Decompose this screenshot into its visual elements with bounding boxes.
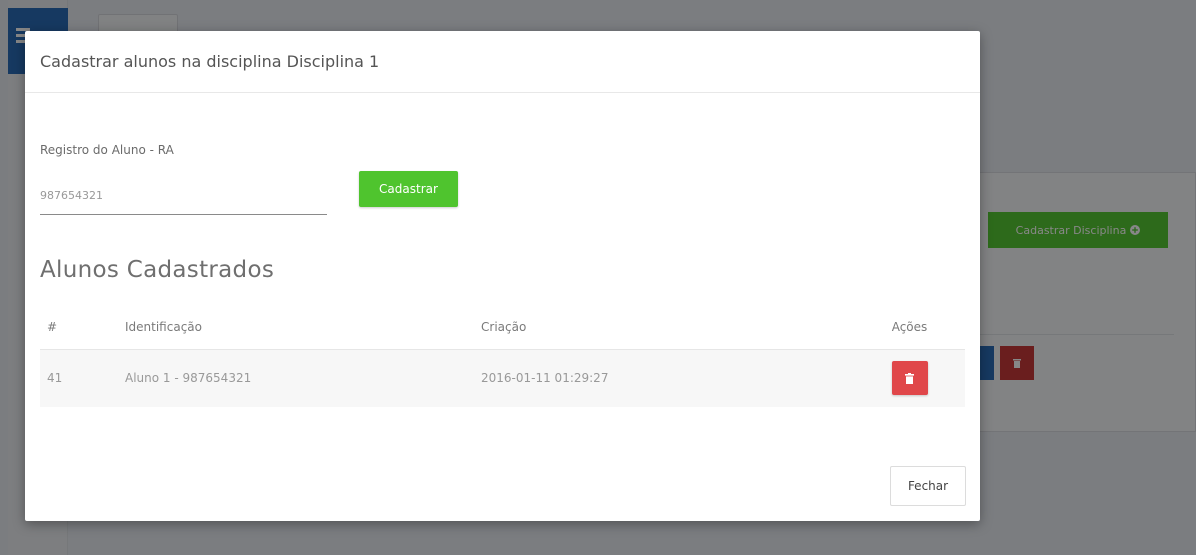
column-header-creation: Criação	[474, 305, 854, 350]
cell-creation: 2016-01-11 01:29:27	[474, 349, 854, 407]
trash-icon	[905, 372, 914, 384]
ra-field-label: Registro do Aluno - RA	[40, 143, 174, 157]
table-header-row: # Identificação Criação Ações	[40, 305, 965, 350]
register-students-modal: Cadastrar alunos na disciplina Disciplin…	[25, 31, 980, 521]
cell-actions	[854, 349, 965, 407]
column-header-actions: Ações	[854, 305, 965, 350]
delete-student-button[interactable]	[891, 361, 928, 396]
table-row: 41 Aluno 1 - 987654321 2016-01-11 01:29:…	[40, 349, 965, 407]
page: Cadastrar Disciplina Cadastrar alunos na…	[0, 0, 1196, 555]
students-table: # Identificação Criação Ações 41 Aluno 1…	[40, 305, 965, 407]
registered-students-title: Alunos Cadastrados	[40, 257, 275, 283]
modal-title: Cadastrar alunos na disciplina Disciplin…	[40, 52, 380, 71]
cell-id: 41	[40, 349, 118, 407]
modal-header: Cadastrar alunos na disciplina Disciplin…	[25, 31, 980, 93]
cell-identification: Aluno 1 - 987654321	[118, 349, 474, 407]
close-button[interactable]: Fechar	[890, 466, 966, 506]
column-header-identification: Identificação	[118, 305, 474, 350]
register-button[interactable]: Cadastrar	[359, 171, 458, 207]
ra-input[interactable]	[40, 177, 327, 215]
column-header-id: #	[40, 305, 118, 350]
